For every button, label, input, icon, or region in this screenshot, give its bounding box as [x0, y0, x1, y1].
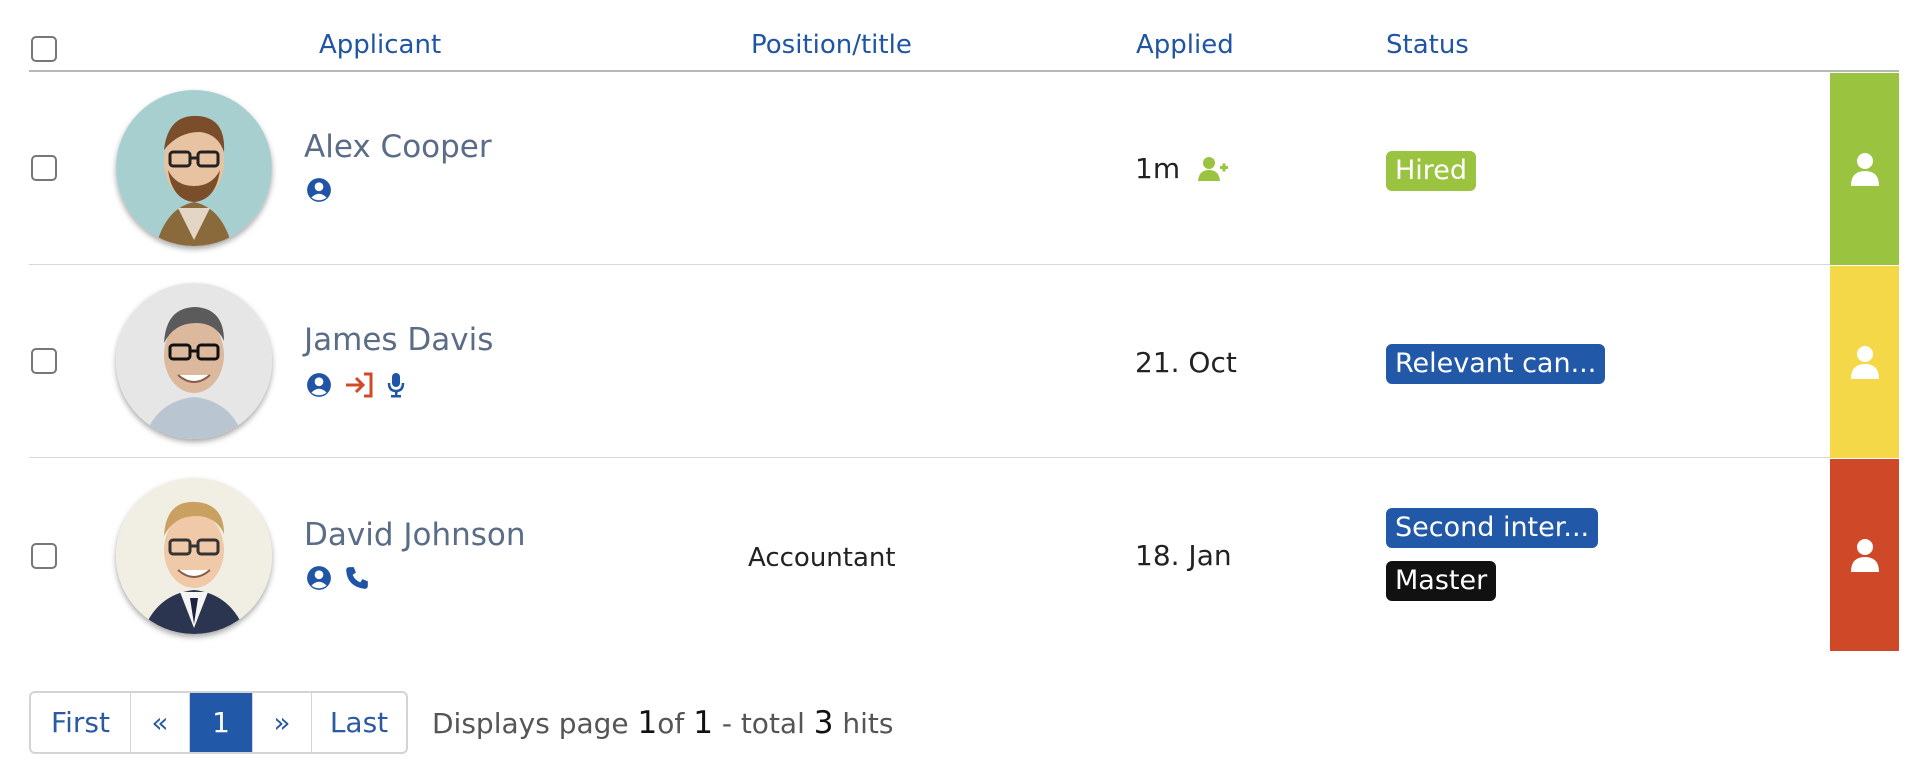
position-title: Accountant — [748, 543, 896, 573]
applied-date: 21. Oct — [1135, 346, 1237, 379]
next-page-button[interactable]: » — [253, 693, 312, 752]
user-icon — [1850, 539, 1879, 572]
applied-value: 1m — [1135, 152, 1181, 185]
status-color-bar[interactable] — [1830, 266, 1899, 458]
table-row[interactable]: James Davis 21. Oct Relevant can... — [29, 266, 1899, 458]
info-total-pages: 1 — [693, 705, 713, 741]
user-icon — [1850, 346, 1879, 379]
user-circle-icon[interactable] — [306, 177, 332, 203]
sign-in-icon[interactable] — [344, 372, 374, 398]
avatar[interactable] — [116, 90, 272, 246]
current-page-button[interactable]: 1 — [190, 693, 253, 752]
user-icon — [1850, 153, 1879, 186]
avatar[interactable] — [116, 478, 272, 634]
column-applicant[interactable]: Applicant — [319, 30, 441, 60]
select-all-checkbox[interactable] — [31, 36, 57, 62]
info-total-label: - total — [721, 707, 805, 740]
tag-badge[interactable]: Master — [1386, 561, 1497, 601]
avatar[interactable] — [116, 283, 272, 439]
microphone-icon[interactable] — [386, 372, 406, 398]
first-page-button[interactable]: First — [31, 693, 131, 752]
applicant-icons — [306, 565, 370, 591]
last-page-button[interactable]: Last — [312, 693, 406, 752]
applied-date: 18. Jan — [1135, 539, 1232, 572]
row-checkbox[interactable] — [31, 543, 57, 569]
applicant-name[interactable]: James Davis — [304, 322, 493, 358]
row-checkbox[interactable] — [31, 348, 57, 374]
applied-value: 21. Oct — [1135, 346, 1237, 379]
status-badge[interactable]: Hired — [1386, 151, 1477, 191]
user-circle-icon[interactable] — [306, 372, 332, 398]
column-position[interactable]: Position/title — [751, 30, 912, 60]
column-applied[interactable]: Applied — [1136, 30, 1234, 60]
info-hits-label: hits — [842, 707, 894, 740]
status-color-bar[interactable] — [1830, 73, 1899, 265]
info-page: 1 — [637, 705, 658, 741]
info-total-hits: 3 — [813, 705, 834, 741]
applied-date: 1m — [1135, 152, 1229, 185]
user-plus-icon — [1198, 156, 1229, 181]
pagination: First « 1 » Last — [29, 691, 408, 754]
applicant-icons — [306, 372, 406, 398]
prev-page-button[interactable]: « — [131, 693, 190, 752]
table-header: Applicant Position/title Applied Status — [29, 0, 1899, 72]
pagination-info: Displays page 1of 1 - total 3 hits — [432, 705, 894, 741]
applicant-icons — [306, 177, 332, 203]
row-checkbox[interactable] — [31, 155, 57, 181]
table-row[interactable]: David Johnson Accountant 18. Jan Second … — [29, 459, 1899, 651]
table-row[interactable]: Alex Cooper 1m Hired — [29, 73, 1899, 265]
phone-icon[interactable] — [344, 565, 370, 591]
info-of: of — [657, 707, 685, 740]
status-badge[interactable]: Relevant can... — [1386, 344, 1606, 384]
applied-value: 18. Jan — [1135, 539, 1232, 572]
applicant-name[interactable]: David Johnson — [304, 517, 526, 553]
info-prefix: Displays page — [432, 707, 629, 740]
status-badge[interactable]: Second inter... — [1386, 508, 1599, 548]
user-circle-icon[interactable] — [306, 565, 332, 591]
applicant-name[interactable]: Alex Cooper — [304, 129, 492, 165]
status-color-bar[interactable] — [1830, 459, 1899, 651]
column-status[interactable]: Status — [1386, 30, 1469, 60]
